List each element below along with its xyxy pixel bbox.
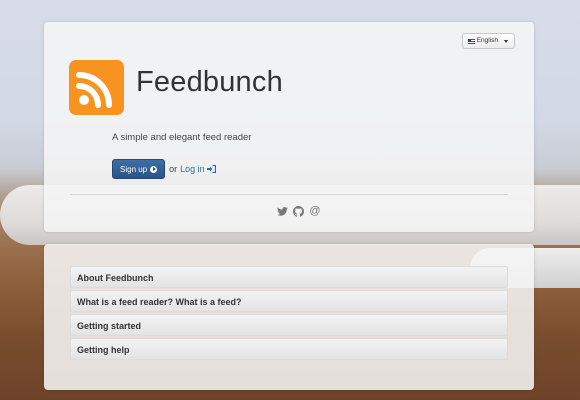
- caret-down-icon: [504, 39, 508, 43]
- faq-item-about[interactable]: About Feedbunch: [70, 266, 508, 288]
- faq-item-getting-started[interactable]: Getting started: [70, 314, 508, 336]
- social-links: @: [44, 205, 534, 217]
- twitter-icon[interactable]: [277, 205, 289, 217]
- signup-label: Sign up: [120, 164, 148, 174]
- faq-item-getting-help[interactable]: Getting help: [70, 338, 508, 360]
- github-icon[interactable]: [293, 205, 305, 217]
- login-label: Log in: [180, 164, 205, 174]
- brand-name: Feedbunch: [136, 66, 283, 98]
- language-dropdown[interactable]: English: [461, 33, 515, 49]
- faq-card: About Feedbunch What is a feed reader? W…: [44, 244, 534, 390]
- auth-actions: Sign up or Log in: [112, 159, 216, 179]
- divider: [70, 194, 508, 195]
- or-text: or: [169, 164, 178, 174]
- faq-list: About Feedbunch What is a feed reader? W…: [70, 266, 508, 362]
- arrow-circle-icon: [150, 165, 158, 173]
- intro-card: English Feedbunch A simple and elegant f…: [44, 22, 534, 232]
- at-icon[interactable]: @: [309, 205, 320, 217]
- tagline: A simple and elegant feed reader: [112, 132, 252, 143]
- us-flag-icon: [467, 38, 475, 44]
- signup-button[interactable]: Sign up: [112, 159, 166, 179]
- language-label: English: [476, 37, 498, 44]
- login-link[interactable]: Log in: [180, 164, 216, 174]
- sign-in-icon: [206, 165, 216, 173]
- faq-item-what-is-feed-reader[interactable]: What is a feed reader? What is a feed?: [70, 290, 508, 312]
- rss-icon: [69, 60, 124, 115]
